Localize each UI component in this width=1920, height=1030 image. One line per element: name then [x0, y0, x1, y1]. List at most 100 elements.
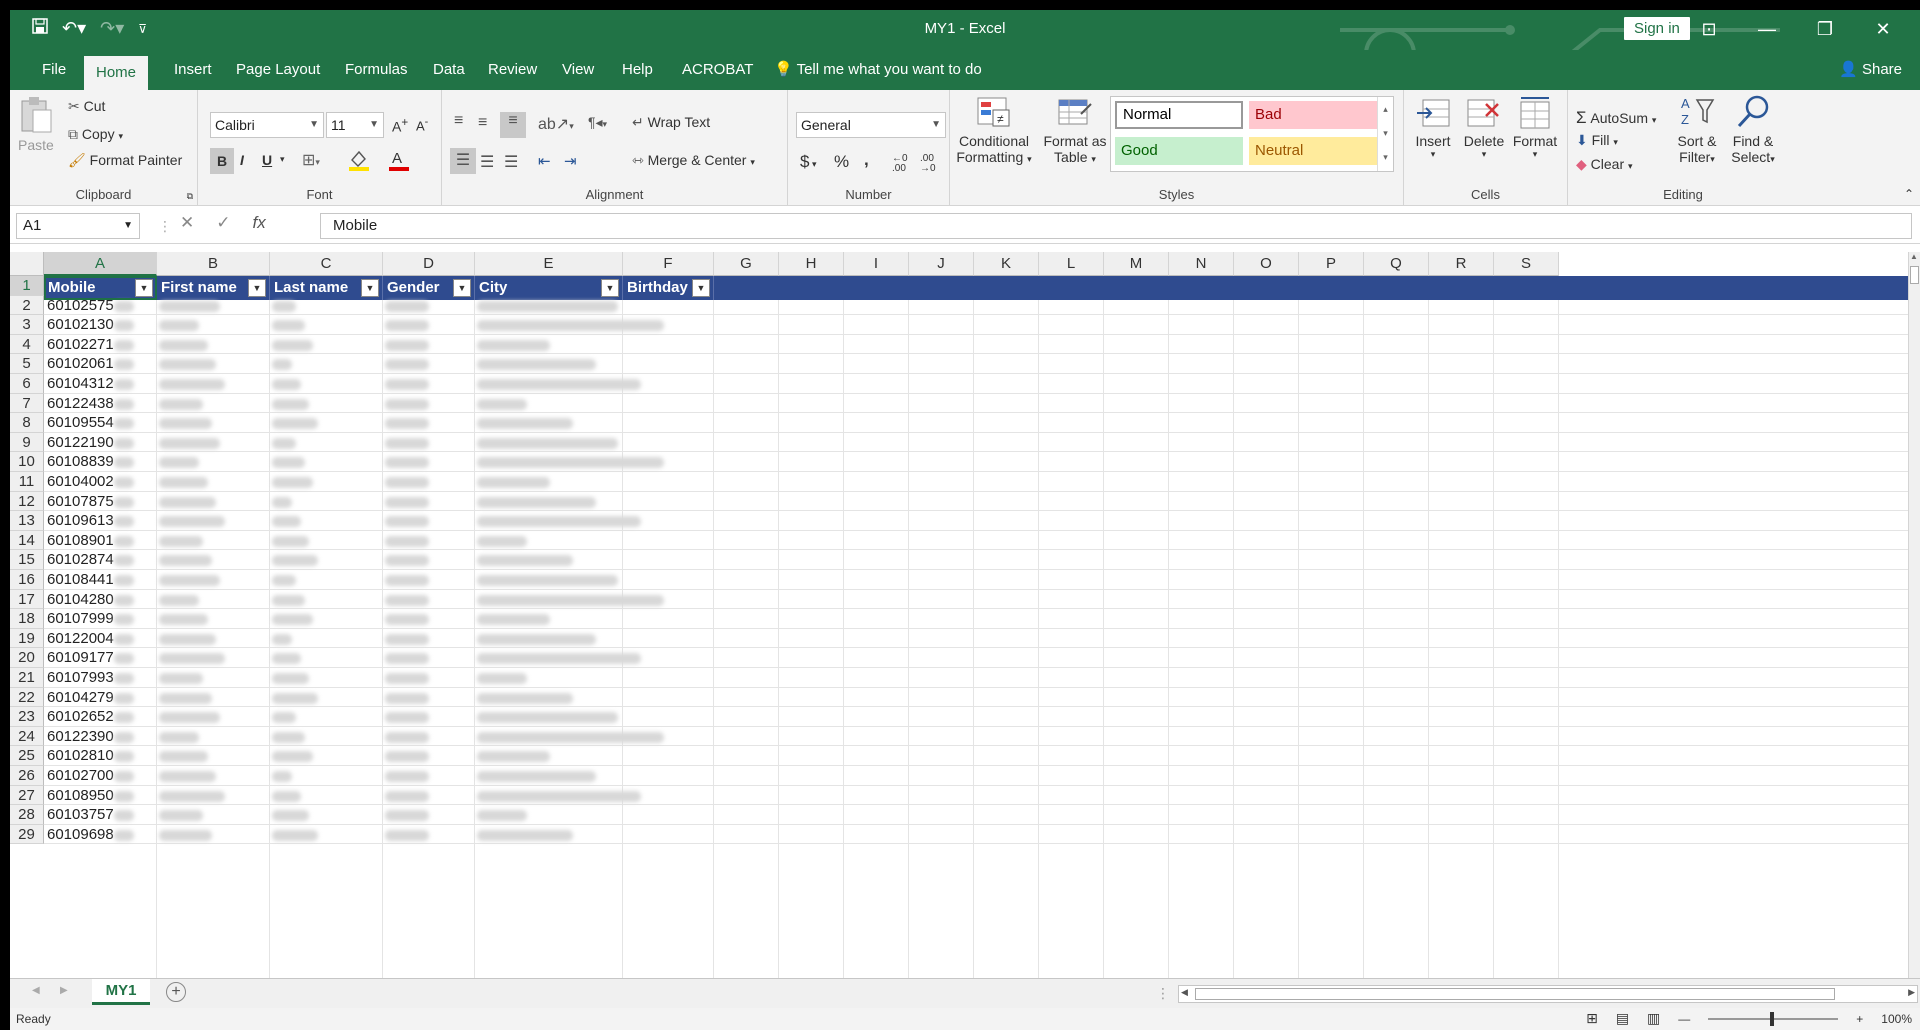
mobile-cell[interactable]: 60109177	[44, 648, 114, 668]
mobile-cell[interactable]: 60102130	[44, 315, 114, 335]
insert-cells-button[interactable]: Insert ▾	[1410, 96, 1456, 160]
row-header[interactable]: 22	[10, 687, 44, 708]
row-header[interactable]: 27	[10, 785, 44, 806]
tab-page-layout[interactable]: Page Layout	[224, 50, 332, 90]
row-header[interactable]: 23	[10, 707, 44, 727]
filter-dropdown-icon[interactable]: ▼	[692, 279, 710, 297]
tab-view[interactable]: View	[550, 50, 606, 90]
vertical-scrollbar[interactable]: ▲	[1908, 252, 1920, 978]
zoom-slider[interactable]	[1708, 1011, 1839, 1026]
row-header[interactable]: 18	[10, 609, 44, 629]
mobile-cell[interactable]: 60108839	[44, 452, 114, 472]
scroll-thumb[interactable]	[1910, 266, 1919, 284]
column-header-s[interactable]: S	[1494, 252, 1559, 276]
font-size-select[interactable]: 11 ▼	[326, 112, 384, 138]
mobile-cell[interactable]: 60109554	[44, 413, 114, 433]
column-header-p[interactable]: P	[1299, 252, 1364, 276]
mobile-cell[interactable]: 60102874	[44, 550, 114, 570]
row-header[interactable]: 26	[10, 766, 44, 786]
percent-button[interactable]: %	[834, 152, 849, 172]
row-header[interactable]: 21	[10, 668, 44, 688]
row-header[interactable]: 20	[10, 648, 44, 668]
tab-help[interactable]: Help	[610, 50, 665, 90]
row-header[interactable]: 1	[10, 276, 44, 296]
font-family-select[interactable]: Calibri ▼	[210, 112, 324, 138]
tab-insert[interactable]: Insert	[162, 50, 224, 90]
zoom-level[interactable]: 100%	[1881, 1012, 1912, 1026]
column-header-o[interactable]: O	[1234, 252, 1299, 276]
row-header[interactable]: 28	[10, 805, 44, 825]
formula-input[interactable]: Mobile	[320, 213, 1912, 239]
column-header-b[interactable]: B	[157, 252, 270, 276]
table-header-cell[interactable]: Birthday ▼	[623, 276, 714, 300]
restore-icon[interactable]: ❐	[1796, 16, 1854, 42]
bottom-align-icon[interactable]: ≡	[500, 112, 526, 138]
column-header-m[interactable]: M	[1104, 252, 1169, 276]
dialog-launcher-icon[interactable]: ⧉	[187, 191, 193, 202]
filter-dropdown-icon[interactable]: ▼	[361, 279, 379, 297]
tab-home[interactable]: Home	[84, 56, 149, 90]
mobile-cell[interactable]: 60104312	[44, 374, 114, 394]
row-header[interactable]: 12	[10, 491, 44, 512]
column-header-j[interactable]: J	[909, 252, 974, 276]
column-header-l[interactable]: L	[1039, 252, 1104, 276]
paste-button[interactable]: Paste	[18, 96, 54, 153]
increase-indent-icon[interactable]: ⇥	[564, 152, 577, 170]
format-as-table-button[interactable]: Format as Table ▾	[1040, 96, 1110, 165]
gallery-scroll-icon[interactable]: ▴ ▾ ▾	[1377, 97, 1393, 171]
column-header-i[interactable]: I	[844, 252, 909, 276]
insert-function-icon[interactable]: fx	[253, 213, 266, 233]
tab-acrobat[interactable]: ACROBAT	[670, 50, 765, 90]
decrease-decimal-icon[interactable]: .00 →0	[920, 154, 936, 174]
sheet-tab-my1[interactable]: MY1	[92, 979, 150, 1005]
tab-formulas[interactable]: Formulas	[333, 50, 420, 90]
filter-dropdown-icon[interactable]: ▼	[453, 279, 471, 297]
scroll-right-icon[interactable]: ▶	[1908, 987, 1915, 998]
row-header[interactable]: 3	[10, 315, 44, 335]
comma-button[interactable]: ,	[864, 150, 869, 170]
table-header-cell[interactable]: City ▼	[475, 276, 623, 300]
mobile-cell[interactable]: 60102810	[44, 746, 114, 766]
column-header-g[interactable]: G	[714, 252, 779, 276]
row-header[interactable]: 7	[10, 393, 44, 414]
mobile-cell[interactable]: 60109613	[44, 511, 114, 531]
mobile-cell[interactable]: 60107875	[44, 492, 114, 512]
mobile-cell[interactable]: 60107993	[44, 668, 114, 688]
select-all-button[interactable]	[10, 252, 44, 276]
column-header-d[interactable]: D	[383, 252, 475, 276]
mobile-cell[interactable]: 60103757	[44, 805, 114, 825]
row-header[interactable]: 11	[10, 472, 44, 492]
mobile-cell[interactable]: 60122190	[44, 433, 114, 453]
mobile-cell[interactable]: 60122004	[44, 629, 114, 649]
decrease-indent-icon[interactable]: ⇤	[538, 152, 551, 170]
mobile-cell[interactable]: 60104279	[44, 688, 114, 708]
add-sheet-icon[interactable]: +	[166, 982, 186, 1002]
number-format-select[interactable]: General ▼	[796, 112, 946, 138]
sheet-nav-right-icon[interactable]: ▶	[60, 985, 68, 996]
name-box[interactable]: A1 ▼	[16, 213, 140, 239]
row-header[interactable]: 14	[10, 530, 44, 551]
column-header-a[interactable]: A	[44, 252, 157, 276]
middle-align-icon[interactable]: ≡	[478, 114, 487, 132]
mobile-cell[interactable]: 60102652	[44, 707, 114, 727]
row-header[interactable]: 19	[10, 628, 44, 649]
mobile-cell[interactable]: 60122390	[44, 727, 114, 747]
column-header-f[interactable]: F	[623, 252, 714, 276]
style-neutral[interactable]: Neutral	[1249, 137, 1377, 165]
copy-button[interactable]: ⧉ Copy ▾	[68, 126, 123, 143]
clear-button[interactable]: ◆ Clear ▾	[1576, 156, 1633, 173]
borders-icon[interactable]: ⊞▾	[302, 150, 320, 170]
sort-filter-button[interactable]: AZ Sort & Filter▾	[1672, 94, 1722, 165]
currency-button[interactable]: $ ▾	[800, 152, 817, 172]
row-header[interactable]: 16	[10, 570, 44, 590]
enter-icon[interactable]: ✓	[216, 213, 230, 233]
zoom-in-icon[interactable]: +	[1856, 1012, 1863, 1026]
underline-button[interactable]: U	[262, 152, 272, 168]
style-bad[interactable]: Bad	[1249, 101, 1377, 129]
collapse-ribbon-icon[interactable]: ⌃	[1904, 187, 1914, 201]
row-header[interactable]: 9	[10, 432, 44, 453]
tab-file[interactable]: File	[30, 50, 78, 90]
font-color-icon[interactable]: A	[388, 148, 410, 175]
mobile-cell[interactable]: 60108901	[44, 531, 114, 551]
row-header[interactable]: 8	[10, 413, 44, 433]
